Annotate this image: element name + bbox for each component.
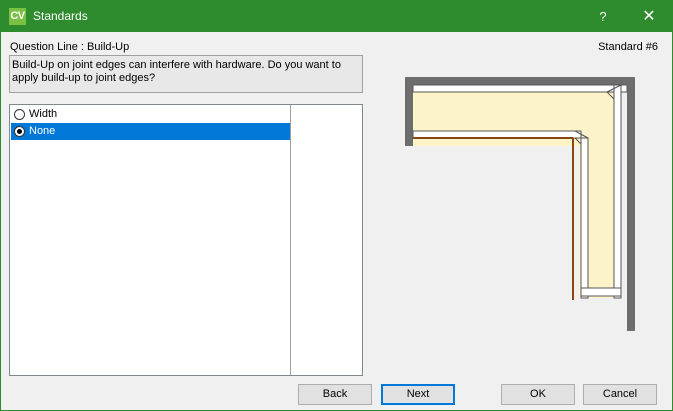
standard-number-label: Standard #6 — [598, 41, 658, 53]
radio-none[interactable] — [14, 126, 25, 137]
dialog-content: Question Line : Build-Up Standard #6 Bui… — [1, 32, 672, 410]
standards-dialog: CV Standards ? ✕ Question Line : Build-U… — [0, 0, 673, 411]
ok-button[interactable]: OK — [501, 384, 575, 405]
list-column-divider — [290, 105, 291, 375]
option-width[interactable]: Width — [11, 106, 290, 123]
question-line-label: Question Line : Build-Up — [10, 41, 130, 53]
title-bar: CV Standards ? ✕ — [1, 1, 672, 32]
help-button[interactable]: ? — [580, 1, 626, 32]
next-button[interactable]: Next — [381, 384, 455, 405]
option-none[interactable]: None — [11, 123, 290, 140]
window-title: Standards — [33, 9, 88, 23]
back-button[interactable]: Back — [298, 384, 372, 405]
app-logo-icon: CV — [9, 8, 26, 25]
options-list: Width None — [9, 104, 363, 376]
build-up-preview-image — [389, 72, 649, 342]
close-button[interactable]: ✕ — [626, 1, 672, 32]
option-label: None — [29, 125, 56, 137]
question-text: Build-Up on joint edges can interfere wi… — [9, 55, 363, 93]
cancel-button[interactable]: Cancel — [583, 384, 657, 405]
corner-joint-diagram — [405, 77, 635, 331]
radio-width[interactable] — [14, 109, 25, 120]
option-label: Width — [29, 108, 58, 120]
